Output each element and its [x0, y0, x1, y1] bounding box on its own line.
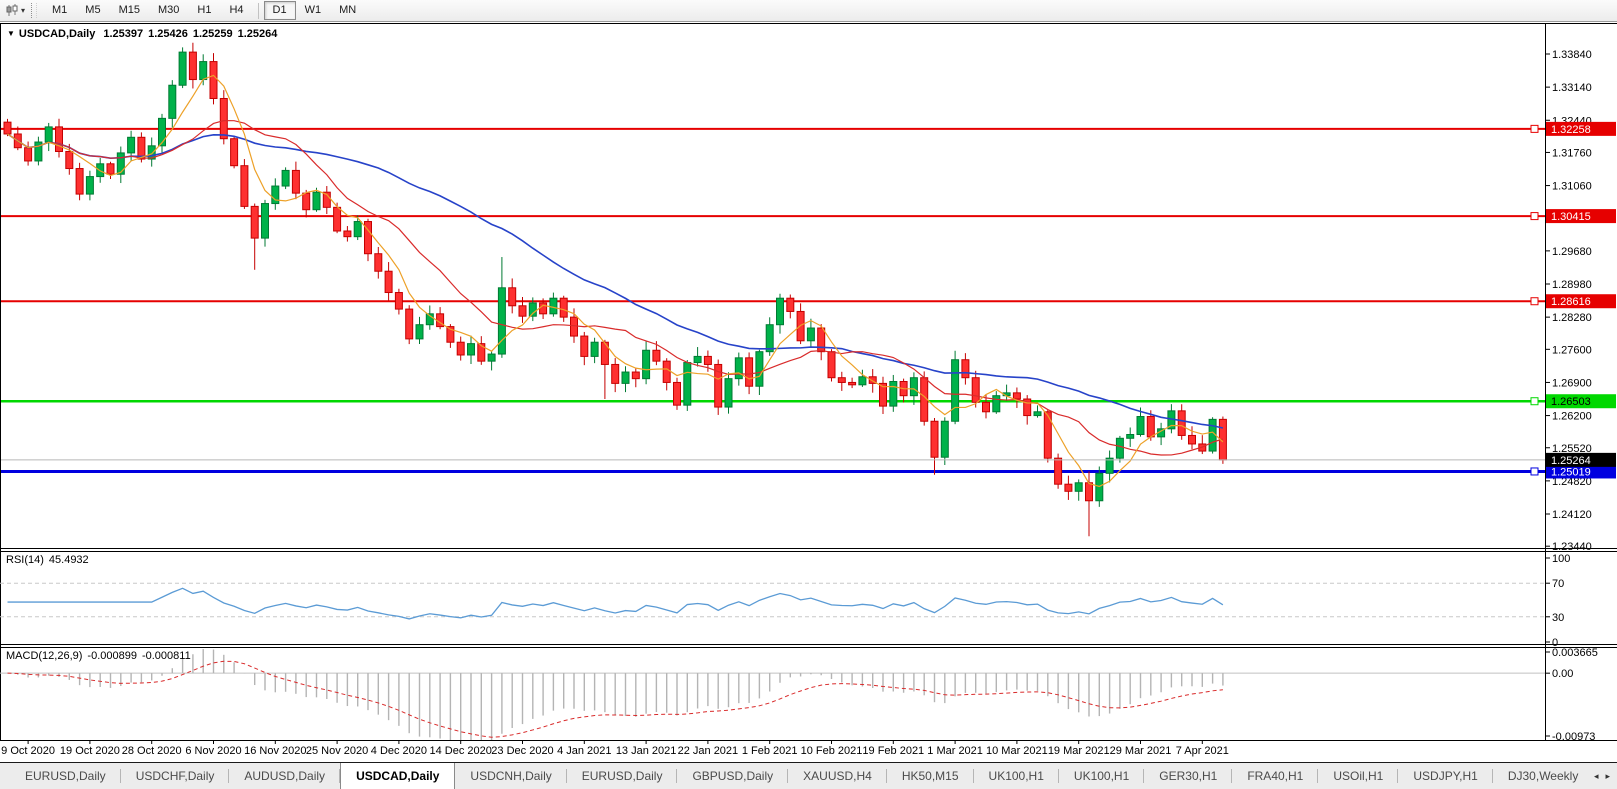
- chart-tab-usdchf-daily[interactable]: USDCHF,Daily: [121, 763, 230, 789]
- rsi-name: RSI(14): [6, 554, 44, 566]
- chart-tab-hk50-m15[interactable]: HK50,M15: [887, 763, 974, 789]
- chart-tab-usdcad-daily[interactable]: USDCAD,Daily: [340, 763, 456, 789]
- chart-title: ▼ USDCAD,Daily 1.25397 1.25426 1.25259 1.2526…: [7, 28, 282, 40]
- trading-terminal-window: ▾ M1M5M15M30H1H4D1W1MN 1.338401.331401.3…: [0, 0, 1617, 789]
- chart-canvas[interactable]: [1, 24, 1545, 740]
- chart-tab-uk100-h1[interactable]: UK100,H1: [974, 763, 1060, 789]
- chart-tab-eurusd-daily[interactable]: EURUSD,Daily: [567, 763, 678, 789]
- chart-tab-bar: EURUSD,Daily USDCHF,Daily AUDUSD,Daily USDC…: [0, 762, 1617, 789]
- price-axis[interactable]: [1546, 24, 1617, 740]
- chart-tab-eurusd-daily[interactable]: EURUSD,Daily: [10, 763, 121, 789]
- chart-tab-ger30-h1[interactable]: GER30,H1: [1144, 763, 1233, 789]
- tab-scroll-controls: ◂ ▸: [1587, 763, 1617, 789]
- chart-tab-gbpusd-daily[interactable]: GBPUSD,Daily: [677, 763, 788, 789]
- macd-name: MACD(12,26,9): [6, 650, 83, 662]
- chart-symbol-label: USDCAD,Daily: [18, 28, 96, 40]
- ohlc-close: 1.25264: [237, 28, 278, 40]
- date-axis[interactable]: [1, 741, 1545, 761]
- chart-tab-audusd-daily[interactable]: AUDUSD,Daily: [229, 763, 340, 789]
- chart-area[interactable]: 1.338401.331401.324401.317601.310601.296…: [0, 0, 1617, 762]
- ohlc-high: 1.25426: [148, 28, 188, 40]
- tabs-scroll-left-button[interactable]: ◂: [1592, 770, 1601, 783]
- rsi-value: 45.4932: [48, 554, 89, 566]
- tabs-scroll-right-button[interactable]: ▸: [1603, 770, 1612, 783]
- macd-main-value: -0.000899: [87, 650, 137, 662]
- chart-tab-usdcnh-daily[interactable]: USDCNH,Daily: [455, 763, 568, 789]
- chart-tab-usdjpy-h1[interactable]: USDJPY,H1: [1398, 763, 1494, 789]
- ohlc-open: 1.25397: [103, 28, 144, 40]
- chart-tabs: EURUSD,Daily USDCHF,Daily AUDUSD,Daily USDC…: [0, 763, 1587, 789]
- chart-tab-fra40-h1[interactable]: FRA40,H1: [1232, 763, 1319, 789]
- macd-indicator-label: MACD(12,26,9) -0.000899 -0.000811: [6, 650, 191, 662]
- chart-tab-xauusd-h4[interactable]: XAUUSD,H4: [788, 763, 887, 789]
- macd-signal-value: -0.000811: [141, 650, 191, 662]
- chart-tab-dj30-weekly[interactable]: DJ30,Weekly: [1493, 763, 1587, 789]
- ohlc-low: 1.25259: [192, 28, 233, 40]
- chart-tab-usoil-h1[interactable]: USOil,H1: [1318, 763, 1399, 789]
- symbol-dropdown-icon[interactable]: ▼: [7, 29, 15, 38]
- chart-tab-uk100-h1[interactable]: UK100,H1: [1059, 763, 1145, 789]
- rsi-indicator-label: RSI(14) 45.4932: [6, 554, 89, 566]
